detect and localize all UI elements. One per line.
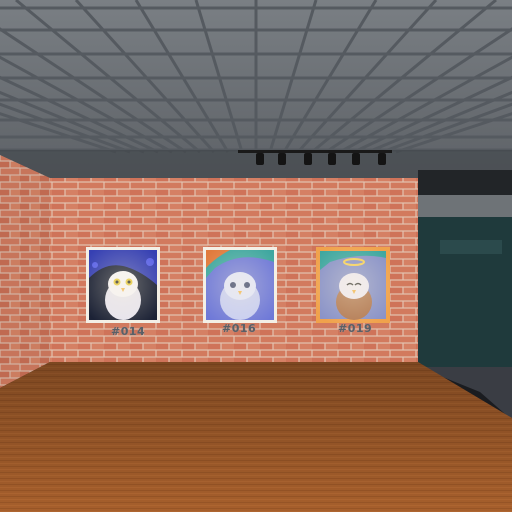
artwork-014[interactable] <box>86 247 160 323</box>
spotlight-icon <box>378 153 386 165</box>
gallery-render <box>0 0 512 512</box>
artwork-016-label: #016 <box>222 322 257 335</box>
artwork-019[interactable] <box>316 247 390 323</box>
spotlight-icon <box>328 153 336 165</box>
gallery-scene: #014 #016 #019 <box>0 0 512 512</box>
left-wall <box>0 155 50 388</box>
spotlight-icon <box>304 153 312 165</box>
spotlight-icon <box>278 153 286 165</box>
artwork-014-label: #014 <box>111 325 146 338</box>
spotlight-icon <box>256 153 264 165</box>
artwork-019-label: #019 <box>338 322 373 335</box>
floor <box>0 362 512 512</box>
spotlight-icon <box>352 153 360 165</box>
artwork-016[interactable] <box>203 247 277 323</box>
